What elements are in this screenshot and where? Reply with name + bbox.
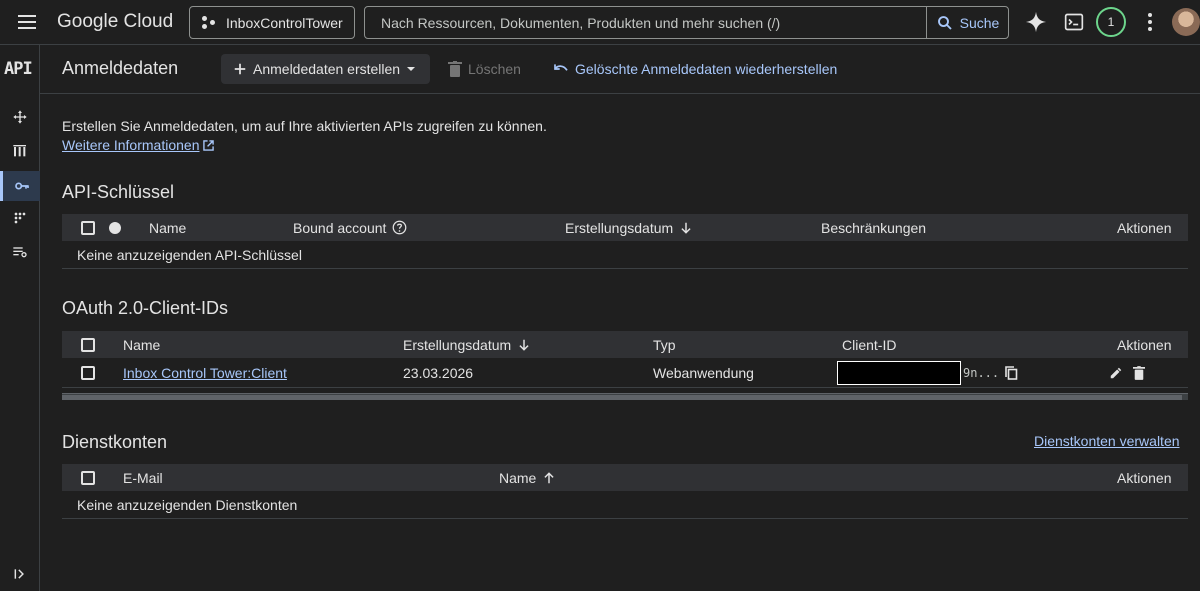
api-keys-empty-text: Keine anzuzeigenden API-Schlüssel xyxy=(77,247,302,263)
search-bar: Suche xyxy=(364,6,1009,39)
rail-library[interactable] xyxy=(0,136,40,166)
more-vert-icon[interactable] xyxy=(1136,8,1164,36)
learn-more-link[interactable]: Weitere Informationen xyxy=(62,137,215,153)
api-keys-col-restrictions: Beschränkungen xyxy=(821,219,927,236)
left-rail: API xyxy=(0,45,40,591)
expand-rail-icon[interactable] xyxy=(11,565,29,583)
top-bar: Google Cloud InboxControlTower Suche 1 xyxy=(0,0,1200,45)
client-id-suffix: 9n... xyxy=(963,366,1000,380)
intro-text: Erstellen Sie Anmeldedaten, um auf Ihre … xyxy=(62,118,547,134)
service-accounts-empty-text: Keine anzuzeigenden Dienstkonten xyxy=(77,497,298,513)
help-icon[interactable] xyxy=(392,220,407,235)
api-keys-col-name[interactable]: Name xyxy=(149,214,186,241)
undo-icon xyxy=(554,64,568,71)
bound-account-label: Bound account xyxy=(293,219,387,236)
delete-label: Löschen xyxy=(468,61,521,77)
oauth-col-created[interactable]: Erstellungsdatum xyxy=(403,331,531,358)
client-name-link[interactable]: Inbox Control Tower:Client xyxy=(123,365,287,381)
service-accounts-col-name[interactable]: Name xyxy=(499,464,556,491)
service-accounts-title: Dienstkonten xyxy=(62,432,168,452)
external-link-icon xyxy=(203,139,215,151)
sort-down-icon xyxy=(519,339,529,351)
rail-settings[interactable] xyxy=(0,237,40,267)
api-keys-select-all-checkbox[interactable] xyxy=(81,220,95,235)
api-product-label: API xyxy=(4,59,33,79)
add-icon xyxy=(234,63,246,75)
delete-button: Löschen xyxy=(448,54,521,84)
sort-down-icon xyxy=(681,222,691,234)
sa-name-label: Name xyxy=(499,469,537,486)
create-credentials-label: Anmeldedaten erstellen xyxy=(253,61,401,77)
api-keys-col-bound-account: Bound account xyxy=(293,214,407,241)
oauth-title: OAuth 2.0-Client-IDs xyxy=(62,298,229,318)
notification-badge[interactable]: 1 xyxy=(1096,7,1126,37)
oauth-col-type[interactable]: Typ xyxy=(653,331,676,358)
account-avatar[interactable] xyxy=(1172,8,1200,36)
client-created-date: 23.03.2026 xyxy=(403,365,474,381)
oauth-created-label: Erstellungsdatum xyxy=(403,336,512,353)
search-input[interactable] xyxy=(365,7,926,38)
dropdown-arrow-icon xyxy=(407,67,416,71)
rail-oauth-consent[interactable] xyxy=(0,203,40,233)
row-checkbox[interactable] xyxy=(81,366,95,380)
delete-icon[interactable] xyxy=(1133,366,1145,380)
main-menu-icon[interactable] xyxy=(12,8,42,36)
manage-service-accounts-link[interactable]: Dienstkonten verwalten xyxy=(1034,433,1180,449)
project-name: InboxControlTower xyxy=(226,14,343,31)
client-type: Webanwendung xyxy=(653,365,754,381)
oauth-col-actions: Aktionen xyxy=(1117,336,1172,353)
oauth-col-client-id: Client-ID xyxy=(842,336,897,353)
search-icon xyxy=(937,15,952,30)
list-settings-icon xyxy=(13,247,27,258)
rail-credentials[interactable] xyxy=(0,171,40,201)
table-row: Inbox Control Tower:Client 23.03.2026 We… xyxy=(62,358,1188,388)
client-id-cell: 9n... xyxy=(837,358,1018,388)
sort-up-icon xyxy=(544,471,554,483)
google-cloud-logo[interactable]: Google Cloud xyxy=(57,11,173,33)
search-button-label: Suche xyxy=(959,14,1000,31)
cloud-shell-icon[interactable] xyxy=(1060,8,1088,36)
api-keys-empty-row: Keine anzuzeigenden API-Schlüssel xyxy=(62,241,1188,269)
redacted-client-id xyxy=(837,361,961,385)
edit-icon[interactable] xyxy=(1109,366,1123,380)
scrollbar-thumb[interactable] xyxy=(62,395,1182,400)
library-icon xyxy=(13,145,26,157)
api-keys-col-actions: Aktionen xyxy=(1117,219,1172,236)
api-keys-col-created[interactable]: Erstellungsdatum xyxy=(565,214,693,241)
create-credentials-button[interactable]: Anmeldedaten erstellen xyxy=(221,54,430,84)
key-icon xyxy=(14,182,29,190)
page-title: Anmeldedaten xyxy=(62,58,179,78)
restore-deleted-label: Gelöschte Anmeldedaten wiederherstellen xyxy=(575,61,838,77)
rail-enabled-apis[interactable] xyxy=(0,102,40,132)
learn-more-label: Weitere Informationen xyxy=(62,137,200,153)
row-actions xyxy=(1109,358,1145,388)
api-keys-header-row: Name Bound account Erstellungsdatum Besc… xyxy=(62,214,1188,241)
header-divider xyxy=(40,93,1200,94)
copy-icon[interactable] xyxy=(1005,366,1018,380)
service-accounts-header-row: E-Mail Name Aktionen xyxy=(62,464,1188,491)
service-accounts-col-email[interactable]: E-Mail xyxy=(123,464,163,491)
oauth-header-row: Name Erstellungsdatum Typ Client-ID Akti… xyxy=(62,331,1188,358)
search-button[interactable]: Suche xyxy=(926,7,1008,38)
project-selector[interactable]: InboxControlTower xyxy=(189,6,355,39)
service-accounts-empty-row: Keine anzuzeigenden Dienstkonten xyxy=(62,491,1188,519)
service-accounts-col-actions: Aktionen xyxy=(1117,469,1172,486)
consent-icon xyxy=(14,212,26,224)
service-accounts-select-all-checkbox[interactable] xyxy=(81,470,95,485)
status-dot-icon xyxy=(109,221,121,234)
restore-deleted-button[interactable]: Gelöschte Anmeldedaten wiederherstellen xyxy=(553,54,837,84)
project-icon xyxy=(202,15,216,30)
gemini-icon[interactable] xyxy=(1022,8,1050,36)
horizontal-scrollbar[interactable] xyxy=(62,393,1188,400)
delete-icon xyxy=(448,61,462,77)
created-label: Erstellungsdatum xyxy=(565,219,674,236)
oauth-col-name[interactable]: Name xyxy=(123,331,160,358)
api-keys-title: API-Schlüssel xyxy=(62,182,175,202)
move-icon xyxy=(13,110,27,124)
oauth-select-all-checkbox[interactable] xyxy=(81,337,95,352)
